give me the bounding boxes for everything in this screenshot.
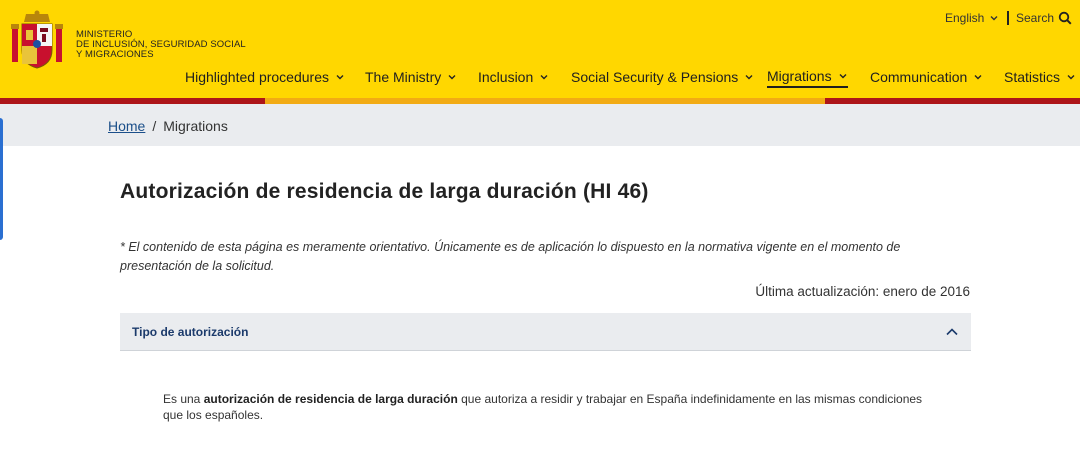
side-feedback-tab[interactable] xyxy=(0,118,3,240)
nav-label: Statistics xyxy=(1004,69,1061,85)
ministry-line-3: Y MIGRACIONES xyxy=(76,49,154,60)
ministry-name[interactable]: MINISTERIO DE INCLUSIÓN, SEGURIDAD SOCIA… xyxy=(76,30,246,60)
chevron-down-icon xyxy=(540,75,548,80)
accordion-title: Tipo de autorización xyxy=(132,325,249,339)
body-prefix: Es una xyxy=(163,392,204,406)
nav-migrations[interactable]: Migrations xyxy=(767,66,848,88)
last-updated: Última actualización: enero de 2016 xyxy=(755,284,970,299)
nav-inclusion[interactable]: Inclusion xyxy=(478,66,549,88)
nav-label: Migrations xyxy=(767,68,832,84)
search-button[interactable]: Search xyxy=(1016,11,1072,25)
chevron-down-icon xyxy=(839,74,847,79)
coat-of-arms-logo[interactable] xyxy=(8,10,66,70)
body-bold: autorización de residencia de larga dura… xyxy=(203,392,458,406)
search-label: Search xyxy=(1016,11,1055,25)
nav-communication[interactable]: Communication xyxy=(870,66,983,88)
nav-social-security-pensions[interactable]: Social Security & Pensions xyxy=(571,66,754,88)
nav-highlighted-procedures[interactable]: Highlighted procedures xyxy=(185,66,345,88)
search-icon xyxy=(1058,11,1072,25)
language-label: English xyxy=(945,11,985,25)
nav-label: Inclusion xyxy=(478,69,534,85)
breadcrumb-separator: / xyxy=(152,118,157,134)
page-title: Autorización de residencia de larga dura… xyxy=(120,180,649,203)
breadcrumb: Home / Migrations xyxy=(108,118,228,134)
accordion-tipo-autorizacion[interactable]: Tipo de autorización xyxy=(120,313,971,351)
nav-label: Social Security & Pensions xyxy=(571,69,739,85)
chevron-down-icon xyxy=(745,75,753,80)
nav-label: Highlighted procedures xyxy=(185,69,329,85)
site-header: MINISTERIO DE INCLUSIÓN, SEGURIDAD SOCIA… xyxy=(0,0,1080,98)
breadcrumb-current: Migrations xyxy=(163,118,228,134)
breadcrumb-bar: Home / Migrations xyxy=(0,104,1080,146)
header-divider xyxy=(1007,11,1009,25)
accordion-body: Es una autorización de residencia de lar… xyxy=(163,392,923,423)
chevron-up-icon[interactable] xyxy=(945,326,959,338)
nav-statistics[interactable]: Statistics xyxy=(1004,66,1076,88)
chevron-down-icon xyxy=(448,75,456,80)
nav-label: Communication xyxy=(870,69,968,85)
language-selector[interactable]: English xyxy=(945,11,999,25)
disclaimer-note: * El contenido de esta página es meramen… xyxy=(120,240,901,273)
chevron-down-icon xyxy=(990,16,998,21)
nav-label: The Ministry xyxy=(365,69,442,85)
chevron-down-icon xyxy=(1067,75,1075,80)
chevron-down-icon xyxy=(974,75,982,80)
nav-the-ministry[interactable]: The Ministry xyxy=(365,66,457,88)
chevron-down-icon xyxy=(336,75,344,80)
main-nav: Highlighted procedures The Ministry Incl… xyxy=(0,66,1080,90)
breadcrumb-home-link[interactable]: Home xyxy=(108,118,145,134)
